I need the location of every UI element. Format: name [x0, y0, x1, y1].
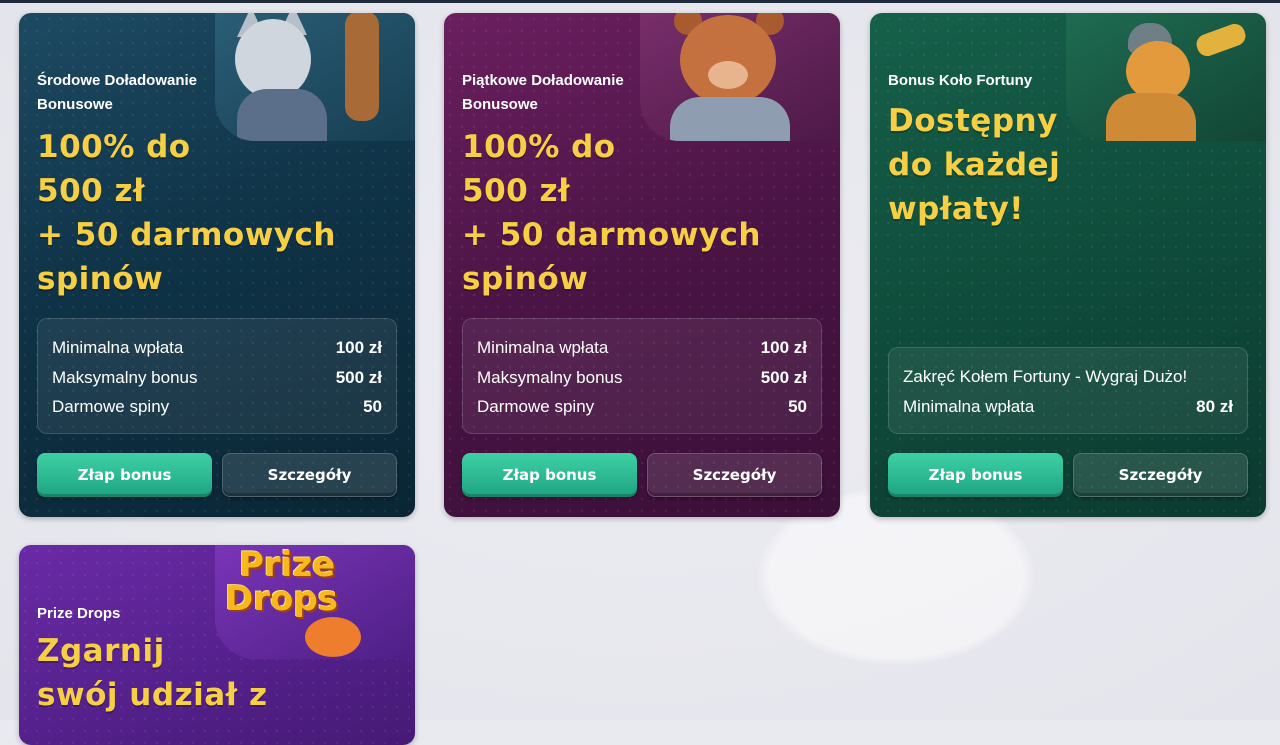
details-button[interactable]: Szczegóły [647, 453, 822, 497]
promo-title: Prize Drops [37, 605, 121, 622]
promo-title: Bonus Koło Fortuny [888, 72, 1033, 89]
claim-bonus-button[interactable]: Złap bonus [462, 453, 637, 497]
promo-title: Piątkowe Doładowanie Bonusowe [462, 72, 624, 113]
promo-headline: 100% do 500 zł + 50 darmowych spinów [462, 129, 761, 297]
detail-row: Maksymalny bonus 500 zł [52, 367, 382, 387]
promo-card-wheel-of-fortune: Bonus Koło Fortuny Dostępny do każdej wp… [870, 13, 1266, 517]
detail-row: Minimalna wpłata 100 zł [477, 338, 807, 357]
bear-mascot-icon [640, 13, 840, 141]
detail-row: Zakręć Kołem Fortuny - Wygraj Dużo! [903, 367, 1188, 386]
promo-card-prize-drops: Prize Drops Prize Drops Zgarnij swój udz… [19, 545, 415, 745]
promo-details: Zakręć Kołem Fortuny - Wygraj Dużo! Mini… [888, 347, 1248, 434]
claim-bonus-button[interactable]: Złap bonus [888, 453, 1063, 497]
details-button[interactable]: Szczegóły [1073, 453, 1248, 497]
promo-headline: Zgarnij swój udział z [37, 633, 268, 713]
claim-bonus-button[interactable]: Złap bonus [37, 453, 212, 497]
details-button[interactable]: Szczegóły [222, 453, 397, 497]
promo-details: Minimalna wpłata 100 zł Maksymalny bonus 5… [37, 318, 397, 434]
header-edge [0, 0, 1280, 3]
promo-card-friday: Piątkowe Doładowanie Bonusowe 100% do 50… [444, 13, 840, 517]
promo-headline: Dostępny do każdej wpłaty! [888, 103, 1061, 227]
promo-card-wednesday: Środowe Doładowanie Bonusowe 100% do 500… [19, 13, 415, 517]
promo-details: Minimalna wpłata 100 zł Maksymalny bonus 5… [462, 318, 822, 434]
promo-title: Środowe Doładowanie Bonusowe [37, 72, 198, 113]
logo-text: Drops [225, 579, 338, 619]
wolf-mascot-icon [215, 13, 415, 141]
detail-row: Minimalna wpłata 100 zł [52, 338, 382, 357]
detail-row: Maksymalny bonus 500 zł [477, 367, 807, 387]
detail-row: Darmowe spiny 50 [477, 397, 807, 416]
promo-headline: 100% do 500 zł + 50 darmowych spinów [37, 129, 336, 297]
detail-row: Minimalna wpłata 80 zł [903, 396, 1233, 416]
detail-row: Darmowe spiny 50 [52, 397, 382, 416]
